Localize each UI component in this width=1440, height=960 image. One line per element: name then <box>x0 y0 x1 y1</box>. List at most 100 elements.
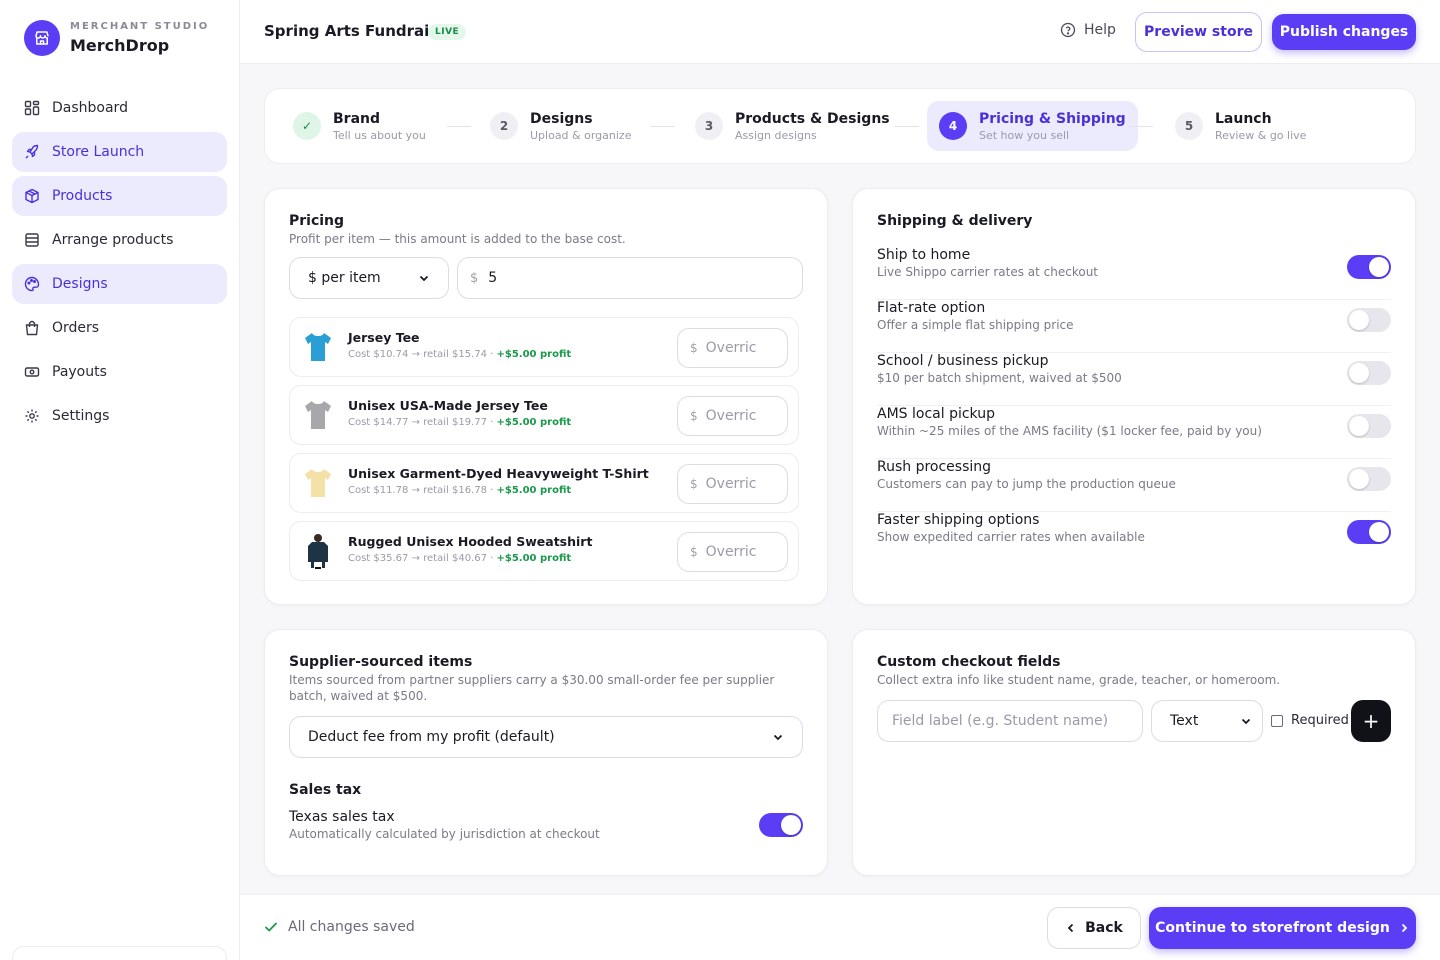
currency-symbol: $ <box>690 341 698 355</box>
sidebar-item-products[interactable]: Products <box>12 176 227 216</box>
brand[interactable]: MERCHANT STUDIO MerchDrop <box>24 20 209 56</box>
rocket-icon <box>24 144 40 160</box>
step-launch[interactable]: 5 Launch Review & go live <box>1163 101 1318 151</box>
price-override-input[interactable]: $ Overric <box>677 464 788 504</box>
override-placeholder: Overric <box>705 340 757 356</box>
check-icon <box>265 922 277 932</box>
sidebar-item-payouts[interactable]: Payouts <box>12 352 227 392</box>
sales-tax-toggle[interactable] <box>759 813 803 837</box>
shipping-option-school-pickup: School / business pickup $10 per batch s… <box>877 353 1391 406</box>
product-profit: +$5.00 profit <box>496 485 572 496</box>
price-override-input[interactable]: $ Overric <box>677 532 788 572</box>
step-designs[interactable]: 2 Designs Upload & organize <box>478 101 643 151</box>
product-cost: Cost $35.67 → retail $40.67 · +$5.00 pro… <box>348 553 571 564</box>
currency-symbol: $ <box>470 270 479 286</box>
step-title: Designs <box>530 110 593 127</box>
pricing-mode-select[interactable]: $ per item <box>289 257 449 299</box>
check-icon: ✓ <box>293 112 321 140</box>
sidebar-item-orders[interactable]: Orders <box>12 308 227 348</box>
option-description: Show expedited carrier rates when availa… <box>877 530 1145 544</box>
step-products-designs[interactable]: 3 Products & Designs Assign designs <box>683 101 902 151</box>
supplier-fee-select[interactable]: Deduct fee from my profit (default) <box>289 716 803 758</box>
list-icon <box>24 232 40 248</box>
sidebar-nav: Dashboard Store Launch Products Arrange … <box>12 88 227 440</box>
checkbox-box <box>1271 714 1283 727</box>
product-cost: Cost $11.78 → retail $16.78 · +$5.00 pro… <box>348 485 571 496</box>
supplier-fee-value: Deduct fee from my profit (default) <box>308 729 555 745</box>
cash-icon <box>24 364 40 380</box>
tshirt-icon <box>302 328 334 366</box>
checkout-title: Custom checkout fields <box>877 654 1061 670</box>
step-title: Launch <box>1215 110 1272 127</box>
sidebar-item-settings[interactable]: Settings <box>12 396 227 436</box>
publish-changes-button[interactable]: Publish changes <box>1272 14 1416 50</box>
step-connector <box>447 126 471 127</box>
field-type-select[interactable]: Text <box>1151 700 1263 742</box>
checkout-fields-card: Custom checkout fields Collect extra inf… <box>852 629 1416 876</box>
option-description: Customers can pay to jump the production… <box>877 477 1176 491</box>
currency-symbol: $ <box>690 477 698 491</box>
shipping-title: Shipping & delivery <box>877 213 1033 229</box>
sidebar-item-dashboard[interactable]: Dashboard <box>12 88 227 128</box>
faster-shipping-toggle[interactable] <box>1347 520 1391 544</box>
step-brand[interactable]: ✓ Brand Tell us about you <box>281 101 438 151</box>
sidebar-item-store-launch[interactable]: Store Launch <box>12 132 227 172</box>
required-checkbox[interactable]: Required <box>1271 713 1349 728</box>
step-pricing-shipping[interactable]: 4 Pricing & Shipping Set how you sell <box>927 101 1138 151</box>
save-status-label: All changes saved <box>288 919 415 935</box>
sidebar-item-label: Products <box>52 188 113 204</box>
field-label-input[interactable]: Field label (e.g. Student name) <box>877 700 1143 742</box>
ams-pickup-toggle[interactable] <box>1347 414 1391 438</box>
price-override-input[interactable]: $ Overric <box>677 396 788 436</box>
sidebar-item-label: Orders <box>52 320 100 336</box>
option-title: AMS local pickup <box>877 406 995 422</box>
preview-store-button[interactable]: Preview store <box>1135 12 1262 52</box>
product-name: Unisex Garment-Dyed Heavyweight T-Shirt <box>348 466 649 481</box>
toggle-knob <box>781 815 801 835</box>
product-cost-text: Cost $11.78 → retail $16.78 · <box>348 485 497 496</box>
rush-processing-toggle[interactable] <box>1347 467 1391 491</box>
currency-symbol: $ <box>690 545 698 559</box>
required-label: Required <box>1291 713 1349 728</box>
hoodie-icon <box>302 532 334 570</box>
ship-to-home-toggle[interactable] <box>1347 255 1391 279</box>
help-link[interactable]: Help <box>1060 22 1116 38</box>
product-row: Unisex USA-Made Jersey Tee Cost $14.77 →… <box>289 385 799 445</box>
flat-rate-toggle[interactable] <box>1347 308 1391 332</box>
product-cost: Cost $14.77 → retail $19.77 · +$5.00 pro… <box>348 417 571 428</box>
gear-icon <box>24 408 40 424</box>
continue-button[interactable]: Continue to storefront design <box>1149 907 1416 949</box>
price-override-input[interactable]: $ Overric <box>677 328 788 368</box>
shipping-option-flat-rate: Flat-rate option Offer a simple flat shi… <box>877 300 1391 353</box>
shipping-option-ams-pickup: AMS local pickup Within ~25 miles of the… <box>877 406 1391 459</box>
step-title: Brand <box>333 110 381 127</box>
step-title: Products & Designs <box>735 110 890 127</box>
footer-bar: All changes saved Back Continue to store… <box>240 894 1440 960</box>
product-cost-text: Cost $14.77 → retail $19.77 · <box>348 417 497 428</box>
back-button[interactable]: Back <box>1047 907 1141 949</box>
step-number: 2 <box>490 112 518 140</box>
tshirt-icon <box>302 464 334 502</box>
chevron-left-icon <box>1067 923 1074 933</box>
step-subtitle: Assign designs <box>735 128 817 142</box>
tax-name: Texas sales tax <box>289 809 395 825</box>
product-cost: Cost $10.74 → retail $15.74 · +$5.00 pro… <box>348 349 571 360</box>
add-field-button[interactable]: + <box>1351 700 1391 742</box>
sidebar-item-arrange-products[interactable]: Arrange products <box>12 220 227 260</box>
product-profit: +$5.00 profit <box>496 349 572 360</box>
pricing-title: Pricing <box>289 213 345 229</box>
step-subtitle: Upload & organize <box>530 128 632 142</box>
override-placeholder: Overric <box>705 408 757 424</box>
grid-icon <box>24 100 40 116</box>
sidebar-item-label: Arrange products <box>52 232 174 248</box>
school-pickup-toggle[interactable] <box>1347 361 1391 385</box>
step-subtitle: Tell us about you <box>333 128 426 142</box>
bag-icon <box>24 320 40 336</box>
profit-amount-input[interactable]: $ 5 <box>457 257 803 299</box>
save-status: All changes saved <box>264 919 415 935</box>
product-profit: +$5.00 profit <box>496 553 572 564</box>
option-description: $10 per batch shipment, waived at $500 <box>877 371 1122 385</box>
toggle-knob <box>1369 257 1389 277</box>
setup-stepper: ✓ Brand Tell us about you 2 Designs Uplo… <box>264 88 1416 164</box>
sidebar-item-designs[interactable]: Designs <box>12 264 227 304</box>
